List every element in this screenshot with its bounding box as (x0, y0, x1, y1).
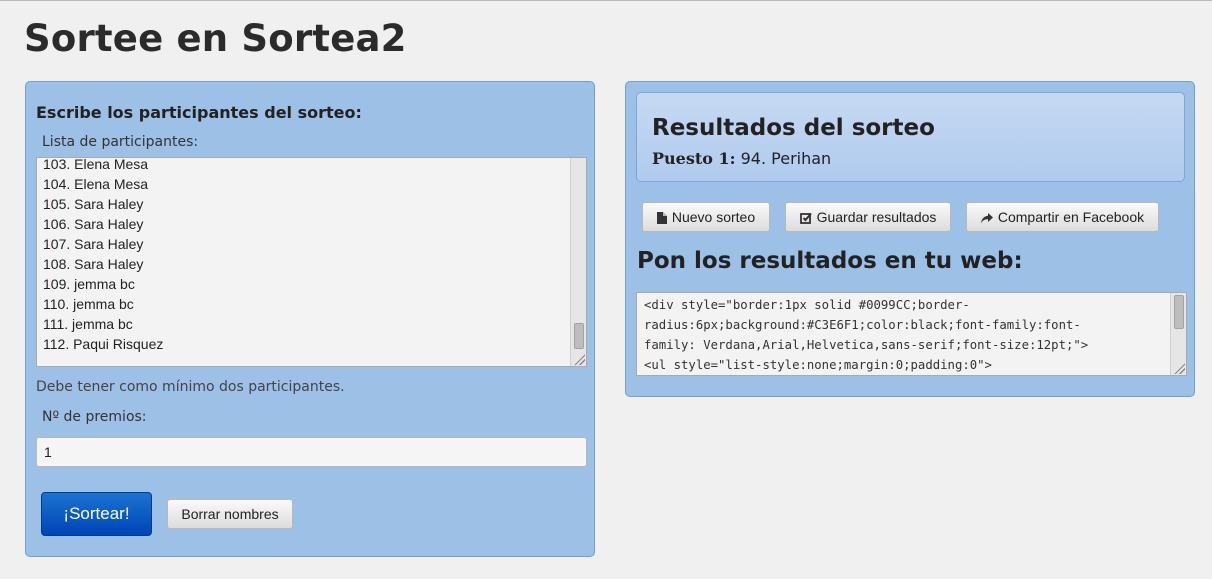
result-winner: 94. Perihan (740, 149, 832, 168)
prizes-input[interactable]: 1 (36, 437, 587, 467)
draw-button[interactable]: ¡Sortear! (41, 492, 152, 536)
new-draw-label: Nuevo sorteo (671, 209, 756, 225)
save-results-label: Guardar resultados (816, 209, 937, 225)
clear-names-button[interactable]: Borrar nombres (167, 499, 293, 529)
result-position-label: Puesto 1: (652, 149, 736, 168)
participant-line: 104. Elena Mesa (43, 176, 149, 192)
embed-heading: Pon los resultados en tu web: (637, 248, 1023, 274)
embed-code-textarea[interactable]: <div style="border:1px solid #0099CC;bor… (636, 292, 1187, 376)
participant-line: 105. Sara Haley (43, 196, 144, 212)
results-title: Resultados del sorteo (652, 115, 935, 141)
results-box: Resultados del sorteo Puesto 1: 94. Peri… (636, 92, 1185, 182)
embed-code-line: <div style="border:1px solid #0099CC;bor… (644, 298, 970, 312)
embed-code-line: <ul style="list-style:none;margin:0;padd… (644, 358, 992, 372)
embed-code-resize-handle[interactable] (1173, 362, 1185, 374)
participants-list-label: Lista de participantes: (42, 134, 199, 150)
embed-code: <div style="border:1px solid #0099CC;bor… (644, 295, 1164, 375)
participants-textarea[interactable]: 103. Elena Mesa 104. Elena Mesa 105. Sar… (36, 157, 587, 367)
results-panel: Resultados del sorteo Puesto 1: 94. Peri… (625, 81, 1195, 397)
participant-line: 108. Sara Haley (43, 256, 144, 272)
participants-heading: Escribe los participantes del sorteo: (36, 103, 362, 122)
embed-code-scroll-thumb[interactable] (1174, 295, 1184, 329)
document-icon (656, 212, 667, 224)
share-facebook-button[interactable]: Compartir en Facebook (966, 202, 1159, 232)
participants-scrollbar[interactable] (570, 158, 586, 366)
participants-scroll-thumb[interactable] (574, 323, 584, 349)
participants-panel: Escribe los participantes del sorteo: Li… (25, 81, 595, 557)
participant-line: 109. jemma bc (43, 276, 135, 292)
participant-line: 103. Elena Mesa (43, 157, 149, 172)
min-participants-warning: Debe tener como mínimo dos participantes… (36, 379, 345, 395)
share-facebook-label: Compartir en Facebook (997, 209, 1145, 225)
embed-code-line: family: Verdana,Arial,Helvetica,sans-ser… (644, 338, 1089, 352)
participant-line: 112. Paqui Risquez (43, 336, 164, 352)
prizes-label: Nº de premios: (42, 409, 147, 425)
participant-line: 111. jemma bc (43, 316, 133, 332)
textarea-resize-handle[interactable] (573, 353, 585, 365)
participants-list: 103. Elena Mesa 104. Elena Mesa 105. Sar… (43, 157, 563, 354)
new-draw-button[interactable]: Nuevo sorteo (642, 202, 770, 232)
share-arrow-icon (980, 213, 993, 224)
page-title: Sortee en Sortea2 (24, 17, 407, 60)
embed-code-line: radius:6px;background:#C3E6F1;color:blac… (644, 318, 1081, 332)
participant-line: 106. Sara Haley (43, 216, 144, 232)
participant-line: 110. jemma bc (43, 296, 134, 312)
result-entry: Puesto 1: 94. Perihan (652, 149, 831, 168)
edit-check-icon (799, 212, 812, 224)
participant-line: 107. Sara Haley (43, 236, 144, 252)
save-results-button[interactable]: Guardar resultados (785, 202, 951, 232)
